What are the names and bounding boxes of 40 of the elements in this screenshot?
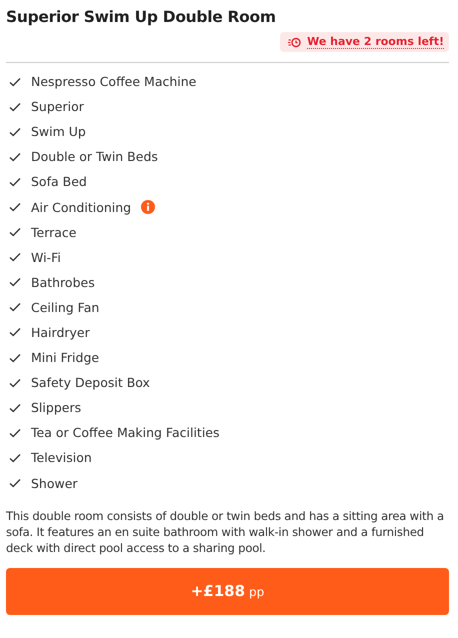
amenity-label: Bathrobes (31, 274, 95, 290)
amenity-label: Ceiling Fan (31, 300, 100, 315)
amenity-label: Slippers (31, 400, 82, 416)
check-icon (9, 126, 21, 137)
check-icon (9, 352, 21, 363)
amenity-label: Shower (31, 476, 78, 491)
check-icon (9, 202, 21, 212)
check-icon (9, 227, 21, 238)
amenity-label: Wi-Fi (31, 250, 61, 265)
check-icon (9, 76, 21, 87)
amenity-label: Tea or Coffee Making Facilities (31, 425, 220, 440)
amenity-label: Terrace (31, 224, 76, 240)
check-icon (9, 277, 21, 288)
amenity-label: Sofa Bed (31, 174, 87, 190)
amenity-label: Nespresso Coffee Machine (31, 74, 196, 90)
amenity-label: Television (31, 450, 92, 466)
check-icon (9, 327, 21, 338)
check-icon (9, 452, 21, 463)
room-description: This double room consists of double or twin beds and has a sitting area with a sofa. It features an en suite bathroom with walk-in shower and a furnished deck with direct pool access to a sharing pool. (6, 508, 445, 556)
check-icon (9, 152, 21, 162)
check-icon (9, 402, 21, 413)
amenity-label: Safety Deposit Box (31, 375, 150, 390)
clock-icon (288, 36, 302, 48)
amenity-label: Swim Up (31, 124, 86, 140)
amenity-label: Mini Fridge (31, 350, 100, 366)
amenity-label: Superior (31, 99, 84, 114)
amenity-label: Hairdryer (31, 324, 90, 340)
check-icon (9, 478, 21, 488)
amenity-label: Air Conditioning (31, 200, 132, 215)
check-icon (9, 176, 21, 187)
check-icon (9, 102, 21, 112)
check-icon (9, 302, 21, 312)
check-icon (9, 428, 21, 438)
check-icon (9, 252, 21, 262)
amenity-label: Double or Twin Beds (31, 149, 158, 164)
room-title: Superior Swim Up Double Room (6, 8, 277, 26)
availability-badge[interactable]: We have 2 rooms left! (280, 32, 449, 52)
info-icon[interactable] (141, 200, 156, 214)
check-icon (9, 378, 21, 388)
price-button[interactable]: +£188 pp (6, 568, 449, 615)
